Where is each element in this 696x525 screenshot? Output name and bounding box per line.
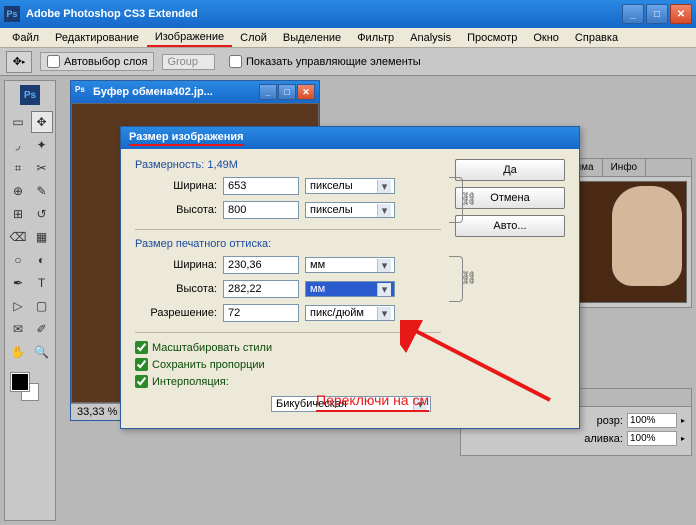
doc-minimize-button[interactable]: _ xyxy=(259,84,277,100)
history-brush-tool[interactable]: ↺ xyxy=(31,203,53,225)
pixel-height-unit-select[interactable]: пикселы xyxy=(305,202,395,218)
dialog-titlebar[interactable]: Размер изображения xyxy=(121,127,579,149)
color-swatches[interactable] xyxy=(7,373,53,405)
type-tool[interactable]: T xyxy=(31,272,53,294)
resolution-label: Разрешение: xyxy=(135,307,223,319)
hand-tool[interactable]: ✋ xyxy=(7,341,29,363)
image-size-dialog: Размер изображения Размерность: 1,49M Ши… xyxy=(120,126,580,429)
show-controls-checkbox[interactable]: Показать управляющие элементы xyxy=(223,53,427,70)
tab-info[interactable]: Инфо xyxy=(603,159,647,176)
annotation-text: Переключи на см xyxy=(316,392,429,412)
print-height-input[interactable] xyxy=(223,280,299,298)
resample-label: Интерполяция: xyxy=(152,376,229,388)
brush-tool[interactable]: ✎ xyxy=(31,180,53,202)
document-title: Буфер обмена402.jp... xyxy=(93,86,213,98)
blur-tool[interactable]: ○ xyxy=(7,249,29,271)
menubar: Файл Редактирование Изображение Слой Выд… xyxy=(0,28,696,48)
document-ps-icon: Ps xyxy=(75,85,89,99)
heal-tool[interactable]: ⊕ xyxy=(7,180,29,202)
dimensions-label: Размерность: xyxy=(135,159,204,171)
show-controls-label: Показать управляющие элементы xyxy=(246,56,421,68)
crop-tool[interactable]: ⌗ xyxy=(7,157,29,179)
shape-tool[interactable]: ▢ xyxy=(31,295,53,317)
pixel-height-input[interactable] xyxy=(223,201,299,219)
zoom-level: 33,33 % xyxy=(77,406,117,418)
menu-edit[interactable]: Редактирование xyxy=(47,30,147,46)
eyedropper-tool[interactable]: ✐ xyxy=(31,318,53,340)
app-titlebar: Ps Adobe Photoshop CS3 Extended _ □ ✕ xyxy=(0,0,696,28)
toolbox-ps-icon: Ps xyxy=(20,85,40,105)
menu-help[interactable]: Справка xyxy=(567,30,626,46)
pixel-width-label: Ширина: xyxy=(135,180,223,192)
options-bar: ✥▸ Автовыбор слоя Group Показать управля… xyxy=(0,48,696,76)
chain-icon[interactable]: ⛓ xyxy=(460,191,477,207)
print-width-label: Ширина: xyxy=(135,259,223,271)
pixel-width-unit-select[interactable]: пикселы xyxy=(305,178,395,194)
doc-maximize-button[interactable]: □ xyxy=(278,84,296,100)
notes-tool[interactable]: ✉ xyxy=(7,318,29,340)
slice-tool[interactable]: ✂ xyxy=(31,157,53,179)
opacity-input[interactable] xyxy=(627,413,677,428)
move-tool[interactable]: ✥ xyxy=(31,111,53,133)
menu-file[interactable]: Файл xyxy=(4,30,47,46)
gradient-tool[interactable]: ▦ xyxy=(31,226,53,248)
stamp-tool[interactable]: ⊞ xyxy=(7,203,29,225)
menu-layer[interactable]: Слой xyxy=(232,30,275,46)
wand-tool[interactable]: ✦ xyxy=(31,134,53,156)
foreground-color-swatch[interactable] xyxy=(11,373,29,391)
fill-input[interactable] xyxy=(627,431,677,446)
scale-styles-label: Масштабировать стили xyxy=(152,342,272,354)
menu-analysis[interactable]: Analysis xyxy=(402,30,459,46)
move-tool-icon[interactable]: ✥▸ xyxy=(6,51,32,73)
constrain-checkbox[interactable]: Сохранить пропорции xyxy=(135,358,441,371)
resolution-unit-select[interactable]: пикс/дюйм xyxy=(305,305,395,321)
resample-checkbox[interactable]: Интерполяция: xyxy=(135,375,441,388)
fill-label: аливка: xyxy=(584,433,623,445)
auto-select-checkbox[interactable]: Автовыбор слоя xyxy=(40,52,154,71)
print-chain-icon[interactable]: ⛓ xyxy=(460,270,477,286)
photoshop-icon: Ps xyxy=(4,6,20,22)
minimize-button[interactable]: _ xyxy=(622,4,644,24)
ok-button[interactable]: Да xyxy=(455,159,565,181)
app-title: Adobe Photoshop CS3 Extended xyxy=(26,8,198,20)
marquee-tool[interactable]: ▭ xyxy=(7,111,29,133)
dodge-tool[interactable]: ◐ xyxy=(31,249,53,271)
pixel-height-label: Высота: xyxy=(135,204,223,216)
pixel-width-input[interactable] xyxy=(223,177,299,195)
doc-close-button[interactable]: ✕ xyxy=(297,84,315,100)
print-width-input[interactable] xyxy=(223,256,299,274)
toolbox: Ps ▭ ✥ ◞ ✦ ⌗ ✂ ⊕ ✎ ⊞ ↺ ⌫ ▦ ○ ◐ ✒ T ▷ ▢ ✉… xyxy=(4,80,56,521)
zoom-tool[interactable]: 🔍 xyxy=(31,341,53,363)
layer-group-select[interactable]: Group xyxy=(162,54,215,70)
constrain-label: Сохранить пропорции xyxy=(152,359,265,371)
pen-tool[interactable]: ✒ xyxy=(7,272,29,294)
dimensions-value: 1,49M xyxy=(207,159,238,171)
menu-image[interactable]: Изображение xyxy=(147,29,232,47)
dialog-title: Размер изображения xyxy=(129,131,244,146)
eraser-tool[interactable]: ⌫ xyxy=(7,226,29,248)
print-width-unit-select[interactable]: мм xyxy=(305,257,395,273)
print-size-label: Размер печатного оттиска: xyxy=(135,238,441,250)
print-height-unit-select[interactable]: мм xyxy=(305,281,395,297)
auto-button[interactable]: Авто... xyxy=(455,215,565,237)
scale-styles-checkbox[interactable]: Масштабировать стили xyxy=(135,341,441,354)
print-height-label: Высота: xyxy=(135,283,223,295)
menu-filter[interactable]: Фильтр xyxy=(349,30,402,46)
auto-select-label: Автовыбор слоя xyxy=(64,56,147,68)
path-tool[interactable]: ▷ xyxy=(7,295,29,317)
document-titlebar[interactable]: Ps Буфер обмена402.jp... _ □ ✕ xyxy=(71,81,319,103)
opacity-label: розр: xyxy=(597,415,623,427)
menu-view[interactable]: Просмотр xyxy=(459,30,525,46)
close-button[interactable]: ✕ xyxy=(670,4,692,24)
lasso-tool[interactable]: ◞ xyxy=(7,134,29,156)
menu-window[interactable]: Окно xyxy=(525,30,567,46)
menu-select[interactable]: Выделение xyxy=(275,30,349,46)
resolution-input[interactable] xyxy=(223,304,299,322)
maximize-button[interactable]: □ xyxy=(646,4,668,24)
